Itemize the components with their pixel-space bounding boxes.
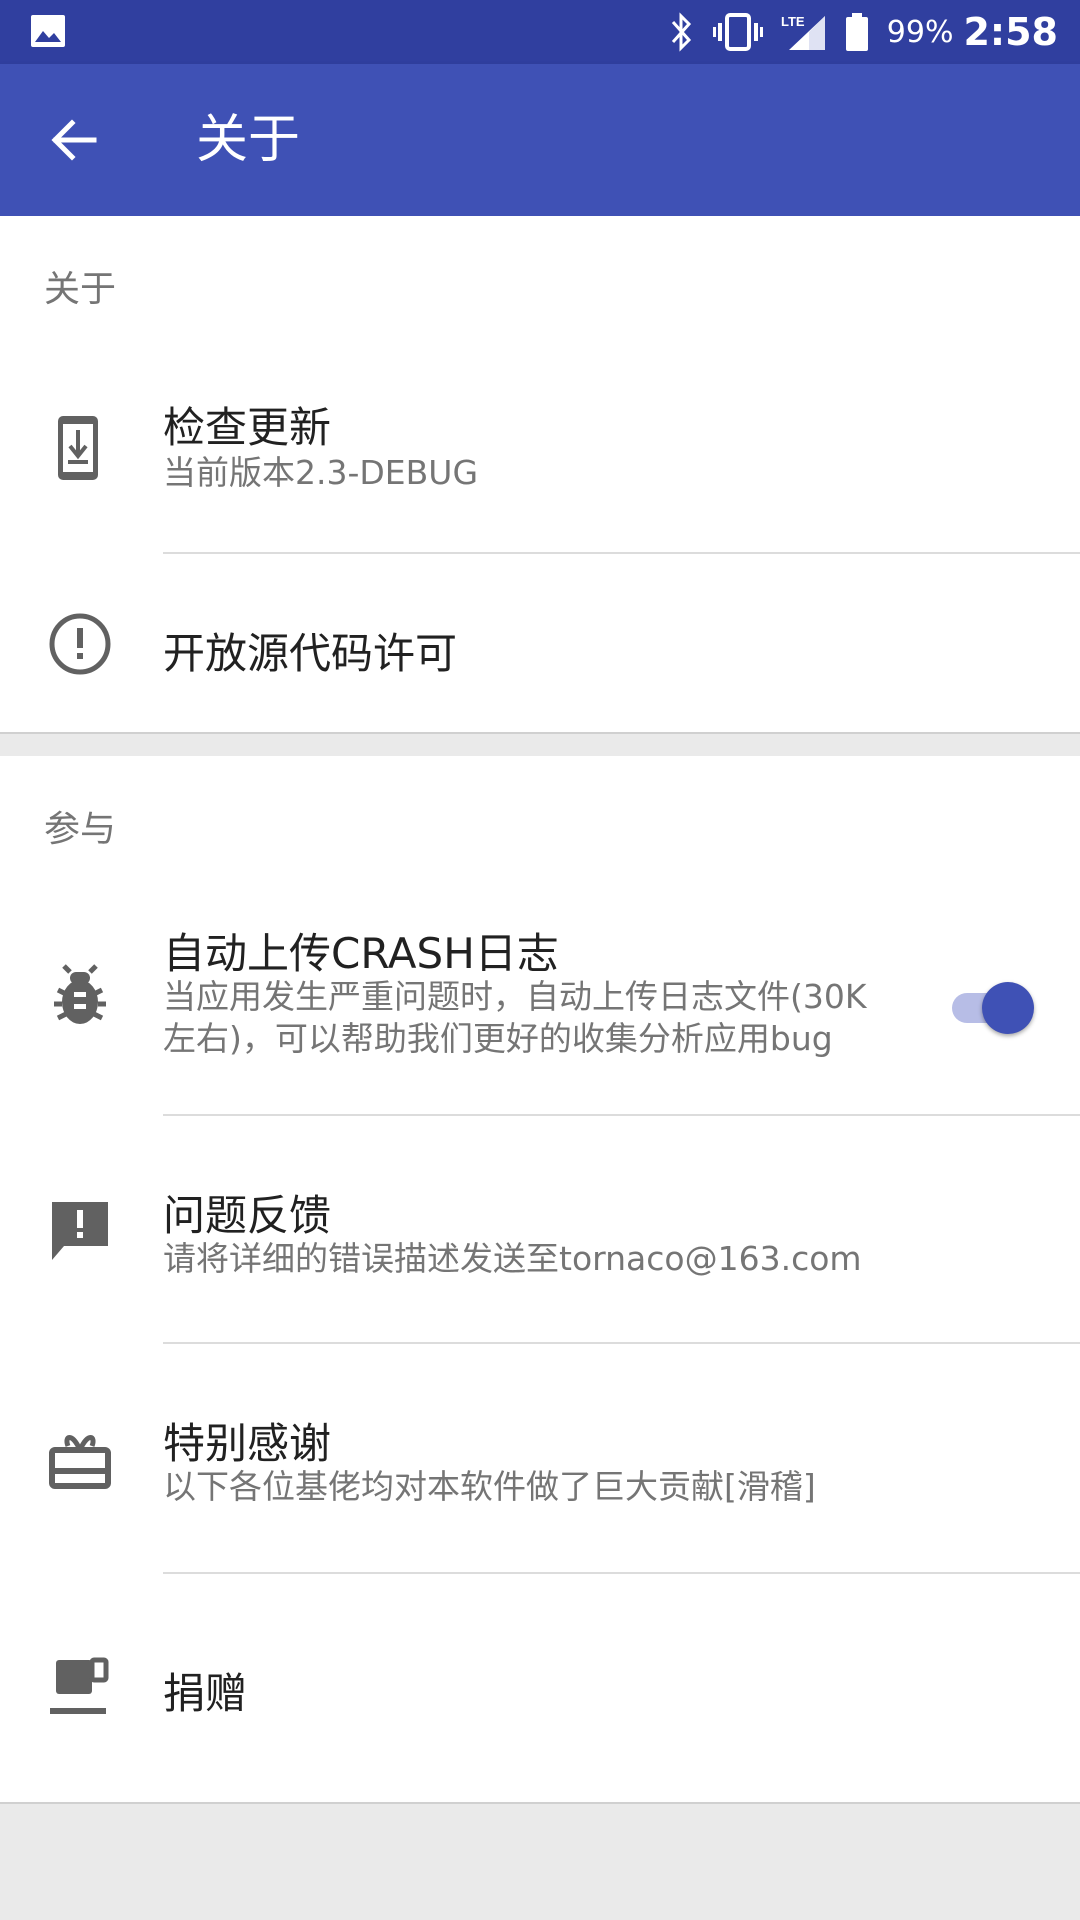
image-icon: [31, 15, 65, 47]
section-header-participate: 参与: [44, 809, 117, 850]
feedback-summary: 请将详细的错误描述发送至tornaco@163.com: [163, 1239, 862, 1278]
feedback-item[interactable]: 问题反馈 请将详细的错误描述发送至tornaco@163.com: [0, 1116, 1080, 1344]
special-thanks-summary: 以下各位基佬均对本软件做了巨大贡献[滑稽]: [163, 1467, 816, 1506]
card-divider: [0, 1802, 1080, 1804]
crash-log-title: 自动上传CRASH日志: [163, 929, 559, 978]
lte-signal-icon: LTE: [781, 14, 825, 50]
crash-log-toggle[interactable]: [946, 976, 1036, 1036]
about-section: 关于 检查更新 当前版本2.3-DEBUG 开放源代码许可: [0, 216, 1080, 734]
vibrate-icon: [712, 13, 763, 51]
battery-percent: 99%: [886, 14, 954, 50]
status-bar: LTE 99% 2:58: [0, 0, 1080, 64]
auto-upload-crash-log-item[interactable]: 自动上传CRASH日志 当应用发生严重问题时，自动上传日志文件(30K左右)，可…: [0, 886, 1080, 1116]
check-update-title: 检查更新: [163, 403, 332, 452]
coffee-icon: [50, 1657, 109, 1714]
error-outline-icon: [49, 613, 111, 675]
feedback-title: 问题反馈: [163, 1191, 332, 1240]
donate-title: 捐赠: [163, 1669, 248, 1718]
open-source-license-item[interactable]: 开放源代码许可: [0, 554, 1080, 732]
section-header-about: 关于: [44, 269, 117, 310]
svg-text:LTE: LTE: [781, 14, 805, 29]
donate-item[interactable]: 捐赠: [0, 1574, 1080, 1802]
cake-icon: [49, 1435, 111, 1489]
check-update-item[interactable]: 检查更新 当前版本2.3-DEBUG: [0, 352, 1080, 554]
arrow-back-icon[interactable]: [44, 110, 104, 170]
bug-icon: [54, 964, 106, 1024]
check-update-summary: 当前版本2.3-DEBUG: [163, 453, 479, 492]
crash-log-summary: 当应用发生严重问题时，自动上传日志文件(30K左右)，可以帮助我们更好的收集分析…: [163, 977, 867, 1058]
feedback-icon: [52, 1202, 108, 1260]
page-title: 关于: [196, 110, 301, 170]
open-source-license-title: 开放源代码许可: [163, 629, 458, 678]
participate-section: 参与 自动上传CRASH日志 当应用发生严重问题时，自动上传日志文件(30K左右…: [0, 756, 1080, 1804]
special-thanks-item[interactable]: 特别感谢 以下各位基佬均对本软件做了巨大贡献[滑稽]: [0, 1344, 1080, 1574]
toggle-thumb: [982, 982, 1034, 1034]
bluetooth-icon: [671, 12, 691, 52]
clock: 2:58: [963, 10, 1058, 54]
card-divider: [0, 732, 1080, 734]
app-bar: 关于: [0, 64, 1080, 216]
system-update-icon: [58, 416, 98, 480]
special-thanks-title: 特别感谢: [163, 1419, 332, 1468]
battery-icon: [845, 13, 868, 51]
